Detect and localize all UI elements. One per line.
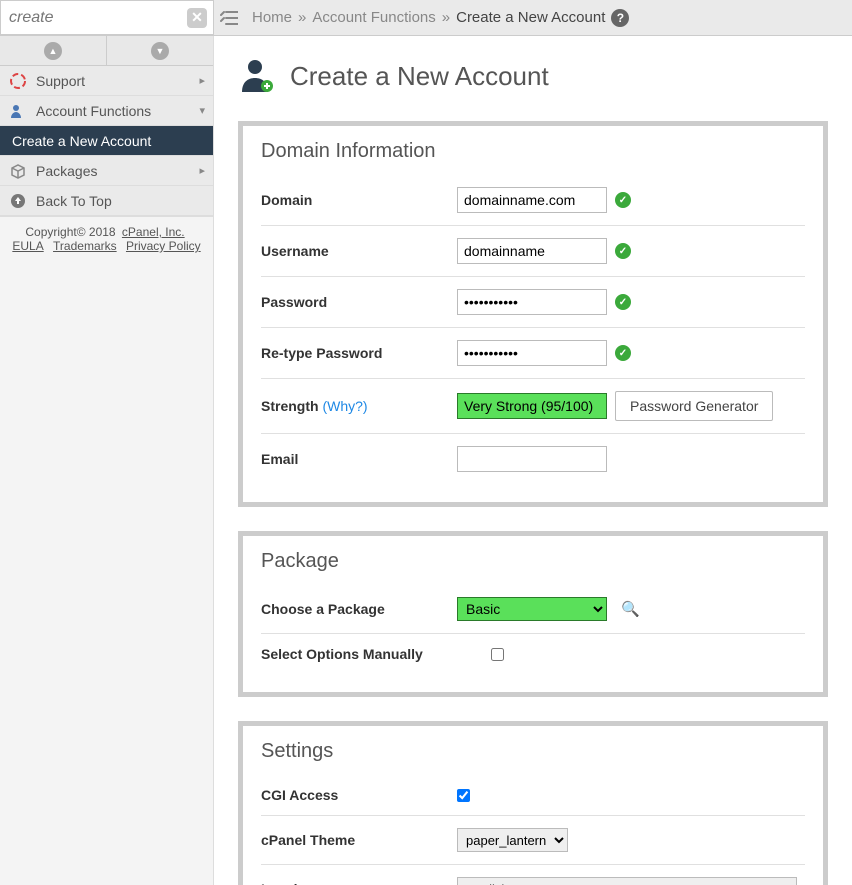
collapse-down-button[interactable]: ▼: [106, 36, 213, 65]
user-icon: [8, 103, 28, 119]
sidebar-arrow-row: ▲ ▼: [0, 36, 213, 66]
sidebar-item-create-account[interactable]: Create a New Account: [0, 126, 213, 156]
panel-title: Settings: [261, 740, 805, 763]
locale-label: Locale: [261, 881, 457, 885]
sidebar-footer: Copyright© 2018 cPanel, Inc. EULA Tradem…: [0, 216, 213, 261]
choose-package-label: Choose a Package: [261, 601, 457, 617]
cgi-label: CGI Access: [261, 787, 457, 803]
check-icon: ✓: [615, 243, 631, 259]
breadcrumb-sep: »: [298, 9, 306, 26]
theme-select[interactable]: paper_lantern: [457, 828, 568, 852]
password-input[interactable]: [457, 289, 607, 315]
package-select[interactable]: Basic: [457, 597, 607, 621]
support-icon: [8, 73, 28, 89]
panel-title: Package: [261, 550, 805, 573]
sidebar-item-packages[interactable]: Packages ▸: [0, 156, 213, 186]
eula-link[interactable]: EULA: [12, 239, 43, 253]
create-account-icon: [238, 56, 276, 97]
cgi-checkbox[interactable]: [457, 789, 470, 802]
locale-select[interactable]: English: [457, 877, 797, 885]
panel-domain-info: Domain Information Domain ✓ Username ✓ P…: [238, 121, 828, 507]
strength-meter: Very Strong (95/100): [457, 393, 607, 419]
chevron-right-icon: ▸: [199, 164, 205, 177]
sidebar-label: Back To Top: [36, 193, 112, 209]
retype-password-label: Re-type Password: [261, 345, 457, 361]
breadcrumb-sep: »: [442, 9, 450, 26]
panel-package: Package Choose a Package Basic 🔍 Select …: [238, 531, 828, 697]
collapse-up-button[interactable]: ▲: [0, 36, 106, 65]
sidebar-item-support[interactable]: Support ▸: [0, 66, 213, 96]
breadcrumb-acct[interactable]: Account Functions: [312, 9, 435, 26]
page-title: Create a New Account: [290, 61, 549, 92]
menu-toggle-icon[interactable]: [214, 0, 244, 35]
package-icon: [8, 163, 28, 179]
check-icon: ✓: [615, 192, 631, 208]
check-icon: ✓: [615, 294, 631, 310]
domain-label: Domain: [261, 192, 457, 208]
content: Create a New Account Domain Information …: [214, 36, 852, 885]
password-label: Password: [261, 294, 457, 310]
sidebar-label: Packages: [36, 163, 97, 179]
search-wrap: ✕: [0, 0, 214, 35]
cpanel-link[interactable]: cPanel, Inc.: [122, 225, 185, 239]
page-header: Create a New Account: [238, 56, 828, 97]
chevron-right-icon: ▸: [199, 74, 205, 87]
strength-label: Strength (Why?): [261, 398, 457, 414]
breadcrumb: Home » Account Functions » Create a New …: [244, 0, 629, 35]
sidebar: ▲ ▼ Support ▸ Account Functions ▾ Create…: [0, 36, 214, 885]
check-icon: ✓: [615, 345, 631, 361]
chevron-down-icon: ▾: [199, 104, 205, 117]
copyright-text: Copyright© 2018: [25, 225, 119, 239]
sidebar-label: Account Functions: [36, 103, 151, 119]
clear-search-icon[interactable]: ✕: [187, 8, 207, 28]
manual-options-label: Select Options Manually: [261, 646, 491, 662]
username-label: Username: [261, 243, 457, 259]
manual-options-checkbox[interactable]: [491, 648, 504, 661]
breadcrumb-current: Create a New Account: [456, 9, 605, 26]
email-label: Email: [261, 451, 457, 467]
email-input[interactable]: [457, 446, 607, 472]
search-package-icon[interactable]: 🔍: [621, 600, 640, 618]
why-link[interactable]: (Why?): [322, 398, 367, 414]
search-input[interactable]: [1, 3, 213, 33]
sidebar-item-account-functions[interactable]: Account Functions ▾: [0, 96, 213, 126]
privacy-link[interactable]: Privacy Policy: [126, 239, 201, 253]
domain-input[interactable]: [457, 187, 607, 213]
retype-password-input[interactable]: [457, 340, 607, 366]
sidebar-label: Support: [36, 73, 85, 89]
trademarks-link[interactable]: Trademarks: [53, 239, 117, 253]
sidebar-item-back-to-top[interactable]: Back To Top: [0, 186, 213, 216]
help-icon[interactable]: ?: [611, 9, 629, 27]
password-generator-button[interactable]: Password Generator: [615, 391, 773, 421]
sidebar-label: Create a New Account: [12, 133, 151, 149]
username-input[interactable]: [457, 238, 607, 264]
topbar: ✕ Home » Account Functions » Create a Ne…: [0, 0, 852, 36]
breadcrumb-home[interactable]: Home: [252, 9, 292, 26]
theme-label: cPanel Theme: [261, 832, 457, 848]
panel-title: Domain Information: [261, 140, 805, 163]
up-arrow-icon: [8, 193, 28, 209]
panel-settings: Settings CGI Access cPanel Theme paper_l…: [238, 721, 828, 885]
